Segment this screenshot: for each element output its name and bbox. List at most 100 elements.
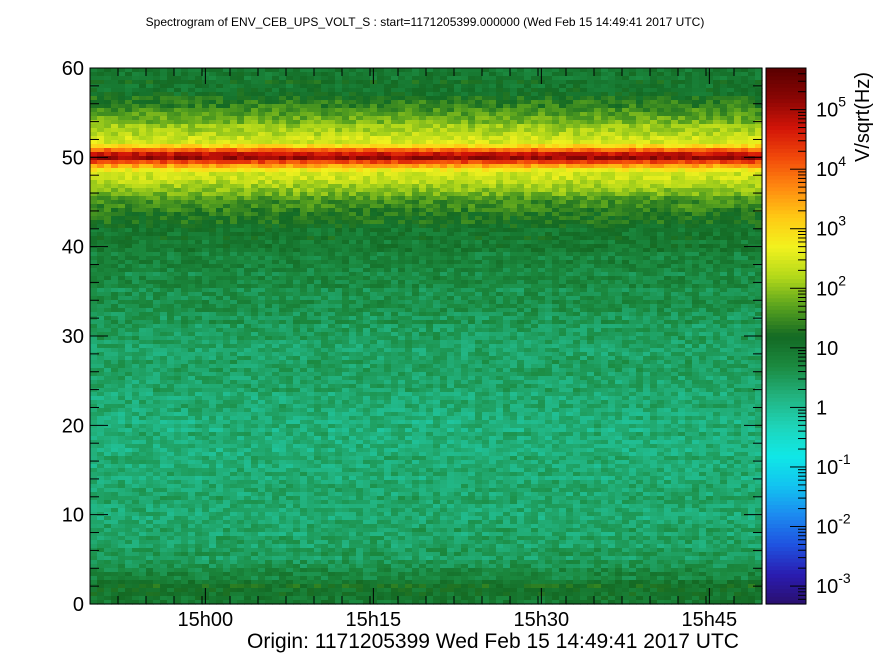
heatmap-cell (503, 256, 511, 261)
heatmap-cell (741, 88, 749, 93)
heatmap-cell (279, 152, 287, 157)
heatmap-cell (363, 188, 371, 193)
heatmap-cell (237, 100, 245, 105)
heatmap-cell (195, 272, 203, 277)
heatmap-cell (370, 176, 378, 181)
heatmap-cell (132, 108, 140, 113)
heatmap-cell (412, 168, 420, 173)
heatmap-cell (587, 260, 595, 265)
heatmap-cell (545, 216, 553, 221)
heatmap-cell (209, 100, 217, 105)
heatmap-cell (181, 112, 189, 117)
heatmap-cell (566, 144, 574, 149)
heatmap-cell (335, 216, 343, 221)
heatmap-cell (300, 168, 308, 173)
heatmap-cell (629, 68, 637, 73)
heatmap-cell (349, 228, 357, 233)
heatmap-cell (643, 184, 651, 189)
heatmap-cell (531, 120, 539, 125)
heatmap-cell (167, 196, 175, 201)
heatmap-cell (636, 164, 644, 169)
heatmap-cell (531, 124, 539, 129)
heatmap-cell (258, 216, 266, 221)
heatmap-cell (251, 68, 259, 73)
heatmap-cell (468, 248, 476, 253)
heatmap-cell (195, 188, 203, 193)
heatmap-cell (97, 144, 105, 149)
heatmap-cell (251, 164, 259, 169)
heatmap-cell (713, 72, 721, 77)
heatmap-cell (643, 228, 651, 233)
heatmap-cell (125, 200, 133, 205)
heatmap-cell (265, 124, 273, 129)
heatmap-cell (104, 172, 112, 177)
heatmap-cell (139, 76, 147, 81)
heatmap-cell (489, 76, 497, 81)
heatmap-cell (426, 124, 434, 129)
heatmap-cell (258, 92, 266, 97)
heatmap-cell (524, 264, 532, 269)
heatmap-cell (188, 88, 196, 93)
heatmap-cell (706, 164, 714, 169)
heatmap-cell (678, 176, 686, 181)
heatmap-cell (363, 228, 371, 233)
heatmap-cell (671, 272, 679, 277)
heatmap-cell (90, 164, 98, 169)
heatmap-cell (111, 96, 119, 101)
heatmap-cell (440, 220, 448, 225)
heatmap-cell (475, 144, 483, 149)
heatmap-cell (482, 104, 490, 109)
heatmap-cell (454, 176, 462, 181)
heatmap-cell (636, 212, 644, 217)
heatmap-cell (699, 108, 707, 113)
heatmap-cell (244, 248, 252, 253)
heatmap-cell (139, 232, 147, 237)
heatmap-cell (657, 96, 665, 101)
heatmap-cell (153, 152, 161, 157)
heatmap-cell (230, 88, 238, 93)
heatmap-cell (685, 236, 693, 241)
heatmap-cell (650, 120, 658, 125)
heatmap-cell (97, 208, 105, 213)
heatmap-cell (230, 140, 238, 145)
heatmap-cell (573, 156, 581, 161)
heatmap-cell (146, 120, 154, 125)
heatmap-cell (272, 256, 280, 261)
heatmap-cell (587, 72, 595, 77)
heatmap-cell (587, 232, 595, 237)
heatmap-cell (475, 216, 483, 221)
heatmap-cell (615, 84, 623, 89)
heatmap-cell (181, 212, 189, 217)
heatmap-cell (748, 96, 756, 101)
heatmap-cell (524, 96, 532, 101)
heatmap-cell (454, 116, 462, 121)
heatmap-cell (699, 72, 707, 77)
heatmap-cell (125, 156, 133, 161)
heatmap-cell (699, 160, 707, 165)
heatmap-cell (286, 152, 294, 157)
heatmap-cell (258, 96, 266, 101)
heatmap-cell (419, 132, 427, 137)
heatmap-cell (510, 108, 518, 113)
heatmap-cell (118, 108, 126, 113)
heatmap-cell (454, 260, 462, 265)
heatmap-cell (237, 208, 245, 213)
heatmap-cell (664, 132, 672, 137)
heatmap-cell (139, 260, 147, 265)
heatmap-cell (370, 108, 378, 113)
heatmap-cell (377, 160, 385, 165)
heatmap-cell (97, 180, 105, 185)
heatmap-cell (405, 152, 413, 157)
heatmap-cell (363, 100, 371, 105)
heatmap-cell (580, 240, 588, 245)
heatmap-cell (538, 96, 546, 101)
heatmap-cell (391, 152, 399, 157)
heatmap-cell (699, 176, 707, 181)
heatmap-cell (755, 260, 763, 265)
heatmap-cell (685, 232, 693, 237)
heatmap-cell (370, 216, 378, 221)
heatmap-cell (272, 232, 280, 237)
heatmap-cell (608, 196, 616, 201)
heatmap-cell (545, 244, 553, 249)
heatmap-cell (132, 92, 140, 97)
